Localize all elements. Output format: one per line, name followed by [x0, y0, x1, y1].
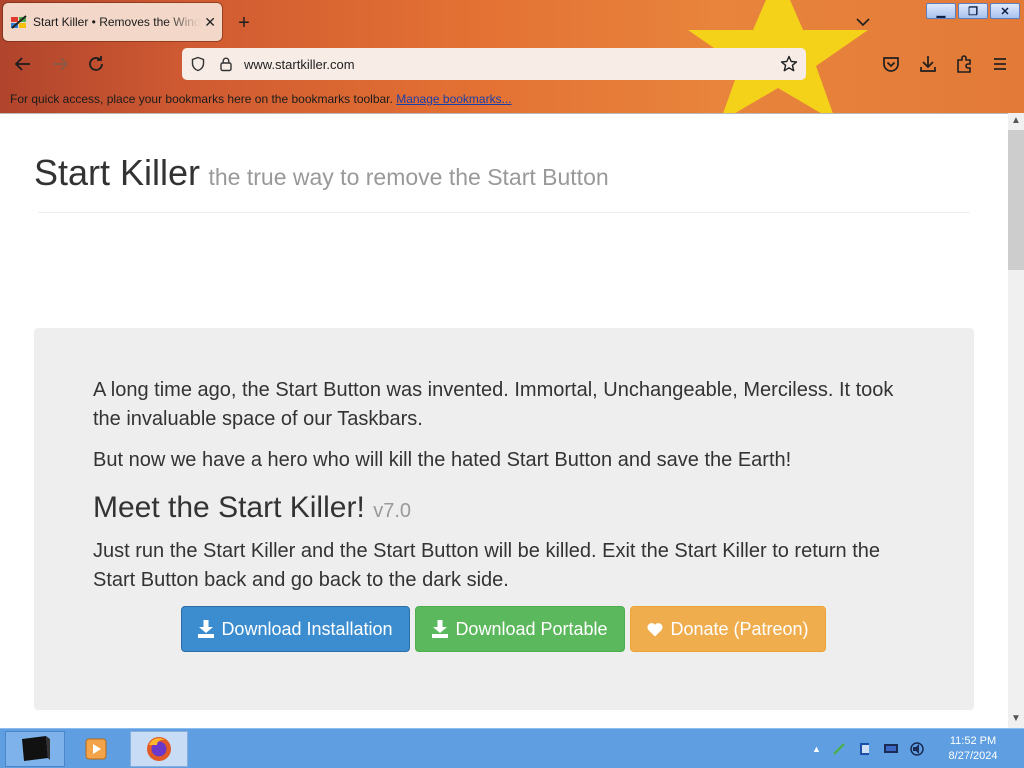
site-favicon-icon [11, 15, 27, 29]
back-arrow-icon[interactable] [11, 52, 35, 76]
tab-strip: Start Killer • Removes the Windows Start… [0, 0, 1024, 44]
show-hidden-icons-icon[interactable]: ▲ [812, 744, 821, 754]
firefox-taskbar-button[interactable] [130, 731, 188, 767]
taskbar: ▲ 11:52 PM 8/27/2024 [0, 728, 1024, 768]
media-player-icon [85, 738, 107, 760]
scroll-up-arrow-icon[interactable]: ▲ [1008, 114, 1024, 128]
media-player-taskbar-button[interactable] [72, 731, 120, 767]
tracking-protection-shield-icon[interactable] [190, 56, 206, 72]
download-portable-button[interactable]: Download Portable [415, 606, 625, 652]
version-label: v7.0 [373, 500, 412, 522]
extensions-icon[interactable] [952, 52, 976, 76]
scrollbar-thumb[interactable] [1008, 130, 1024, 270]
close-window-button[interactable]: ✕ [990, 3, 1020, 19]
new-tab-button[interactable]: + [232, 11, 256, 35]
site-tagline: the true way to remove the Start Button [208, 164, 609, 190]
volume-icon[interactable] [909, 741, 925, 757]
download-installation-label: Download Installation [221, 618, 393, 639]
pen-tool-icon[interactable] [831, 741, 847, 757]
system-tray: ▲ [812, 733, 925, 765]
browser-toolbar: Start Killer • Removes the Windows Start… [0, 0, 1024, 113]
bookmark-star-icon[interactable] [780, 55, 798, 73]
reload-icon[interactable] [84, 52, 108, 76]
manage-bookmarks-link[interactable]: Manage bookmarks... [396, 92, 511, 106]
download-installation-button[interactable]: Download Installation [181, 606, 410, 652]
pocket-icon[interactable] [879, 52, 903, 76]
clock[interactable]: 11:52 PM 8/27/2024 [938, 734, 1008, 764]
bookmarks-toolbar: For quick access, place your bookmarks h… [0, 88, 1024, 110]
downloads-icon[interactable] [916, 52, 940, 76]
hero-paragraph: But now we have a hero who will kill the… [93, 449, 792, 471]
list-all-tabs-chevron-icon[interactable] [853, 12, 873, 32]
page-title: Start Killer the true way to remove the … [34, 152, 609, 194]
jumbotron: A long time ago, the Start Button was in… [34, 328, 974, 710]
download-icon [432, 620, 449, 638]
address-bar[interactable]: www.startkiller.com [182, 48, 806, 80]
meet-heading-text: Meet the Start Killer! [93, 491, 365, 524]
menu-hamburger-icon[interactable] [988, 52, 1012, 76]
windows-start-icon [22, 736, 50, 761]
minimize-window-button[interactable]: ▁ [926, 3, 956, 19]
action-center-flag-icon[interactable] [857, 741, 873, 757]
web-page-content: Start Killer the true way to remove the … [0, 113, 1008, 728]
network-display-icon[interactable] [883, 741, 899, 757]
restore-window-button[interactable]: ❐ [958, 3, 988, 19]
start-button[interactable] [5, 731, 65, 767]
tab-close-icon[interactable]: ✕ [204, 13, 216, 31]
tab-active[interactable]: Start Killer • Removes the Windows Start… [3, 3, 222, 41]
forward-arrow-icon[interactable] [48, 52, 72, 76]
header-divider [38, 212, 970, 213]
clock-time: 11:52 PM [949, 735, 997, 747]
donate-label: Donate (Patreon) [670, 618, 809, 639]
heart-icon [647, 622, 663, 636]
scroll-down-arrow-icon[interactable]: ▼ [1008, 712, 1024, 726]
site-title: Start Killer [34, 152, 201, 193]
download-icon [198, 620, 215, 638]
donate-button[interactable]: Donate (Patreon) [630, 606, 826, 652]
intro-paragraph: A long time ago, the Start Button was in… [93, 379, 894, 430]
bookmarks-toolbar-message: For quick access, place your bookmarks h… [10, 92, 393, 106]
clock-date: 8/27/2024 [948, 750, 998, 762]
lock-icon[interactable] [218, 56, 234, 72]
url-text[interactable]: www.startkiller.com [244, 57, 355, 72]
download-portable-label: Download Portable [455, 618, 608, 639]
meet-heading: Meet the Start Killer! v7.0 [93, 491, 411, 525]
run-paragraph: Just run the Start Killer and the Start … [93, 540, 881, 591]
firefox-icon [147, 737, 171, 761]
tab-title: Start Killer • Removes the Windows Start… [33, 15, 201, 29]
